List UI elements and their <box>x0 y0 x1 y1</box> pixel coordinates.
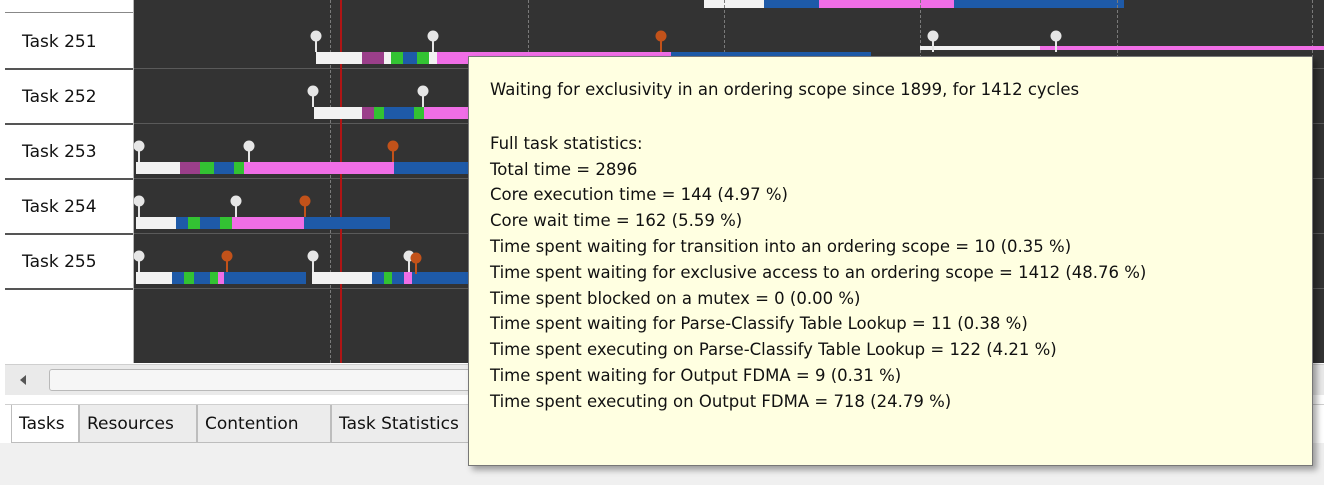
timeline-segment <box>403 52 417 64</box>
white-pin-icon[interactable] <box>926 30 940 52</box>
timeline-segment <box>210 272 218 284</box>
stat-core-wait-time: Core wait time = 162 (5.59 %) <box>490 211 743 231</box>
timeline-segment <box>374 107 384 119</box>
task-label-254[interactable]: Task 254 <box>5 180 133 235</box>
timeline-segment <box>220 217 232 229</box>
white-pin-icon[interactable] <box>306 85 320 107</box>
timeline-segment <box>312 272 372 284</box>
scrollbar-thumb[interactable] <box>49 369 471 391</box>
timeline-segment <box>200 162 214 174</box>
timeline-segment <box>362 107 374 119</box>
timeline-segment <box>232 217 304 229</box>
task-label-255[interactable]: Task 255 <box>5 235 133 290</box>
timeline-segment <box>314 107 362 119</box>
timeline-segment <box>704 0 764 8</box>
white-pin-icon[interactable] <box>1049 30 1063 52</box>
stat-blocked-mutex: Time spent blocked on a mutex = 0 (0.00 … <box>490 288 861 308</box>
stat-core-execution-time: Core execution time = 144 (4.97 %) <box>490 185 788 205</box>
timeline-segment <box>188 217 200 229</box>
timeline-segment <box>372 272 384 284</box>
stat-wait-output-fdma: Time spent waiting for Output FDMA = 9 (… <box>490 365 902 385</box>
timeline-segment <box>764 0 819 8</box>
white-pin-icon[interactable] <box>242 140 256 162</box>
label-column-top-border <box>5 12 133 13</box>
timeline-segment <box>194 272 210 284</box>
timeline-segment <box>304 217 390 229</box>
timeline-segment <box>200 217 220 229</box>
orange-pin-icon[interactable] <box>220 250 234 272</box>
timeline-segment <box>394 162 469 174</box>
timeline-segment <box>234 162 244 174</box>
timeline-segment <box>384 107 414 119</box>
task-label-column: Task 251 Task 252 Task 253 Task 254 Task… <box>5 0 134 363</box>
stat-total-time: Total time = 2896 <box>490 159 638 179</box>
timeline-segment <box>414 107 424 119</box>
orange-pin-icon[interactable] <box>386 140 400 162</box>
white-pin-icon[interactable] <box>426 30 440 52</box>
timeline-segment <box>224 272 306 284</box>
task-label-251[interactable]: Task 251 <box>5 15 133 70</box>
white-pin-icon[interactable] <box>134 250 146 272</box>
tab-contention[interactable]: Contention <box>197 405 331 443</box>
white-pin-icon[interactable] <box>416 85 430 107</box>
timeline-segment <box>1040 46 1324 50</box>
stat-wait-transition-ordering-scope: Time spent waiting for transition into a… <box>490 236 1072 256</box>
task-label-252[interactable]: Task 252 <box>5 70 133 125</box>
timeline-segment <box>362 52 384 64</box>
timeline-segment <box>429 52 437 64</box>
timeline-segment <box>136 272 172 284</box>
stat-wait-exclusive-ordering-scope: Time spent waiting for exclusive access … <box>490 262 1147 282</box>
timeline-segment <box>424 107 474 119</box>
timeline-segment <box>184 272 194 284</box>
timeline-segment <box>819 0 954 8</box>
tab-tasks[interactable]: Tasks <box>11 405 79 443</box>
timeline-segment <box>384 52 391 64</box>
tab-task-statistics[interactable]: Task Statistics <box>331 405 471 443</box>
white-pin-icon[interactable] <box>134 195 146 217</box>
timeline-segment <box>176 217 188 229</box>
timeline-segment <box>316 52 362 64</box>
stat-wait-parse-classify: Time spent waiting for Parse-Classify Ta… <box>490 314 1028 334</box>
tooltip-header: Waiting for exclusivity in an ordering s… <box>490 80 1080 99</box>
timeline-segment <box>391 52 403 64</box>
white-pin-icon[interactable] <box>229 195 243 217</box>
task-label-253[interactable]: Task 253 <box>5 125 133 180</box>
white-pin-icon[interactable] <box>309 30 323 52</box>
stat-exec-parse-classify: Time spent executing on Parse-Classify T… <box>490 340 1057 360</box>
timeline-segment <box>244 162 394 174</box>
timeline-segment <box>384 272 392 284</box>
timeline-segment <box>954 0 1124 8</box>
orange-pin-icon[interactable] <box>654 30 668 52</box>
task-statistics-tooltip: Waiting for exclusivity in an ordering s… <box>468 56 1313 466</box>
arrow-left-icon[interactable] <box>9 371 37 389</box>
timeline-segment <box>417 52 429 64</box>
timeline-segment <box>214 162 234 174</box>
white-pin-icon[interactable] <box>306 250 320 272</box>
tooltip-stats-title: Full task statistics: <box>490 133 643 153</box>
stat-exec-output-fdma: Time spent executing on Output FDMA = 71… <box>490 391 952 411</box>
orange-pin-icon[interactable] <box>409 252 423 274</box>
white-pin-icon[interactable] <box>134 140 146 162</box>
tab-resources[interactable]: Resources <box>79 405 197 443</box>
timeline-segment <box>172 272 184 284</box>
timeline-segment <box>392 272 404 284</box>
timeline-segment <box>136 217 176 229</box>
timeline-segment <box>180 162 200 174</box>
orange-pin-icon[interactable] <box>298 195 312 217</box>
timeline-segment <box>136 162 180 174</box>
